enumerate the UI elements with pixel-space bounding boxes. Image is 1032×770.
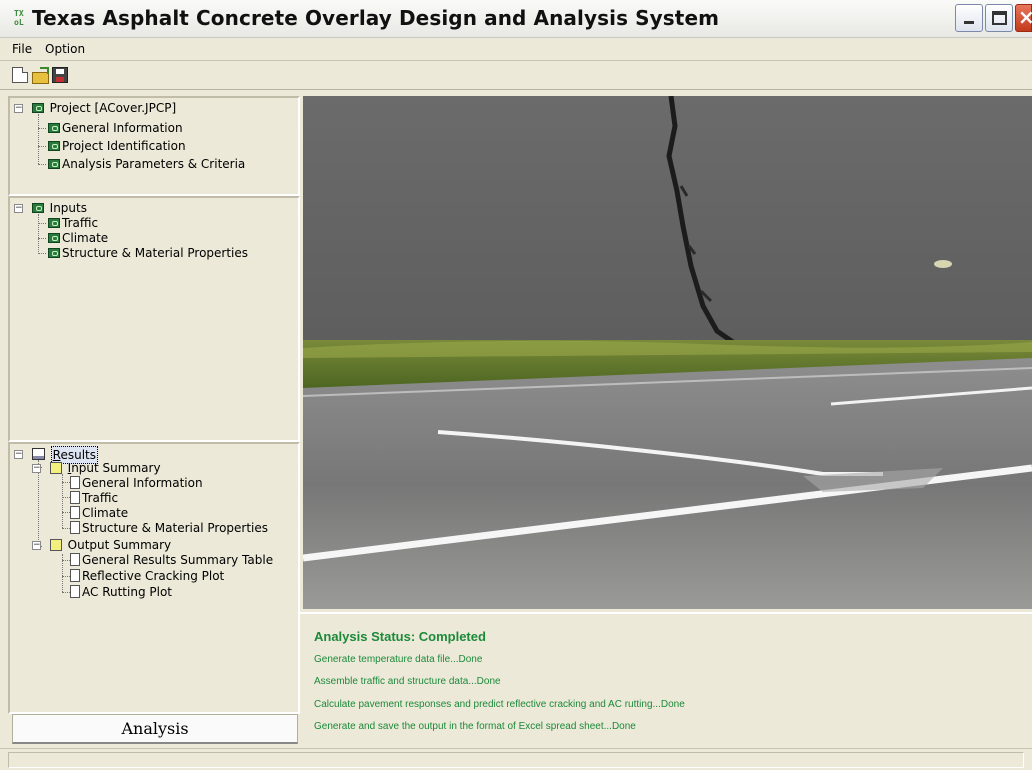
collapse-icon[interactable]: − bbox=[14, 450, 23, 459]
app-logo-icon: TX oL bbox=[14, 9, 24, 27]
tree-node-reflective-cracking-plot[interactable]: Reflective Cracking Plot bbox=[70, 568, 224, 584]
project-node-icon bbox=[31, 103, 44, 113]
document-icon bbox=[70, 506, 80, 519]
close-button[interactable]: × bbox=[1015, 4, 1032, 32]
open-folder-icon[interactable] bbox=[32, 67, 49, 84]
tree-node-traffic[interactable]: Traffic bbox=[48, 215, 98, 231]
folder-summary-icon bbox=[49, 462, 62, 474]
tree-node-structure-material[interactable]: Structure & Material Properties bbox=[48, 245, 248, 261]
tree-node-general-results-table[interactable]: General Results Summary Table bbox=[70, 552, 273, 568]
node-icon bbox=[48, 218, 60, 228]
node-icon bbox=[48, 123, 60, 133]
node-icon bbox=[48, 248, 60, 258]
menu-file[interactable]: File bbox=[12, 42, 32, 56]
tree-node-input-climate[interactable]: Climate bbox=[70, 505, 128, 521]
analysis-status-panel: Analysis Status: Completed Generate temp… bbox=[300, 612, 1032, 746]
tree-node-analysis-parameters[interactable]: Analysis Parameters & Criteria bbox=[48, 156, 245, 172]
collapse-icon[interactable]: − bbox=[14, 104, 23, 113]
maximize-button[interactable] bbox=[985, 4, 1013, 32]
toolbar bbox=[0, 62, 1032, 90]
menu-bar: File Option bbox=[0, 39, 1032, 61]
results-tree-pane: − Results − Input Summary General Inform… bbox=[8, 442, 300, 714]
results-node-icon bbox=[31, 448, 45, 460]
status-title: Analysis Status: Completed bbox=[314, 629, 486, 644]
minimize-button[interactable] bbox=[955, 4, 983, 32]
document-icon bbox=[70, 491, 80, 504]
inputs-node-icon bbox=[31, 203, 44, 213]
tree-node-input-structure-material[interactable]: Structure & Material Properties bbox=[70, 520, 268, 536]
document-icon bbox=[70, 585, 80, 598]
pavement-photo bbox=[303, 96, 1032, 609]
tree-node-inputs[interactable]: − Inputs bbox=[14, 200, 87, 216]
tree-node-input-general-information[interactable]: General Information bbox=[70, 475, 203, 491]
folder-summary-icon bbox=[49, 539, 62, 551]
window-title: Texas Asphalt Concrete Overlay Design an… bbox=[32, 6, 720, 30]
status-line: Assemble traffic and structure data...Do… bbox=[314, 676, 501, 687]
document-icon bbox=[70, 569, 80, 582]
tree-node-climate[interactable]: Climate bbox=[48, 230, 108, 246]
status-line: Generate temperature data file...Done bbox=[314, 654, 483, 665]
project-tree-pane: − Project [ACover.JPCP] General Informat… bbox=[8, 96, 300, 196]
document-icon bbox=[70, 521, 80, 534]
close-icon: × bbox=[1018, 7, 1032, 27]
pavement-image bbox=[303, 96, 1032, 609]
tree-node-project-identification[interactable]: Project Identification bbox=[48, 138, 186, 154]
document-icon bbox=[70, 553, 80, 566]
collapse-icon[interactable]: − bbox=[14, 204, 23, 213]
tree-node-project[interactable]: − Project [ACover.JPCP] bbox=[14, 100, 176, 116]
tree-node-input-traffic[interactable]: Traffic bbox=[70, 490, 118, 506]
inputs-tree-pane: − Inputs Traffic Climate Structure & Mat… bbox=[8, 196, 300, 442]
tree-node-output-summary[interactable]: − Output Summary bbox=[32, 537, 171, 553]
menu-option[interactable]: Option bbox=[45, 42, 85, 56]
status-line: Generate and save the output in the form… bbox=[314, 721, 636, 732]
minimize-icon bbox=[964, 21, 974, 24]
status-bar-field bbox=[8, 752, 1024, 768]
collapse-icon[interactable]: − bbox=[32, 464, 41, 473]
tree-node-input-summary[interactable]: − Input Summary bbox=[32, 460, 161, 476]
analysis-button[interactable]: Analysis bbox=[12, 714, 298, 744]
status-bar bbox=[0, 748, 1032, 770]
node-icon bbox=[48, 233, 60, 243]
node-icon bbox=[48, 141, 60, 151]
collapse-icon[interactable]: − bbox=[32, 541, 41, 550]
navigation-panel: − Project [ACover.JPCP] General Informat… bbox=[8, 96, 300, 744]
status-line: Calculate pavement responses and predict… bbox=[314, 699, 685, 710]
tree-node-general-information[interactable]: General Information bbox=[48, 120, 183, 136]
title-bar: TX oL Texas Asphalt Concrete Overlay Desi… bbox=[0, 0, 1032, 38]
tree-node-ac-rutting-plot[interactable]: AC Rutting Plot bbox=[70, 584, 172, 600]
document-icon bbox=[70, 476, 80, 489]
maximize-icon bbox=[992, 11, 1007, 25]
save-disk-icon[interactable] bbox=[52, 67, 68, 83]
node-icon bbox=[48, 159, 60, 169]
new-file-icon[interactable] bbox=[12, 67, 28, 83]
